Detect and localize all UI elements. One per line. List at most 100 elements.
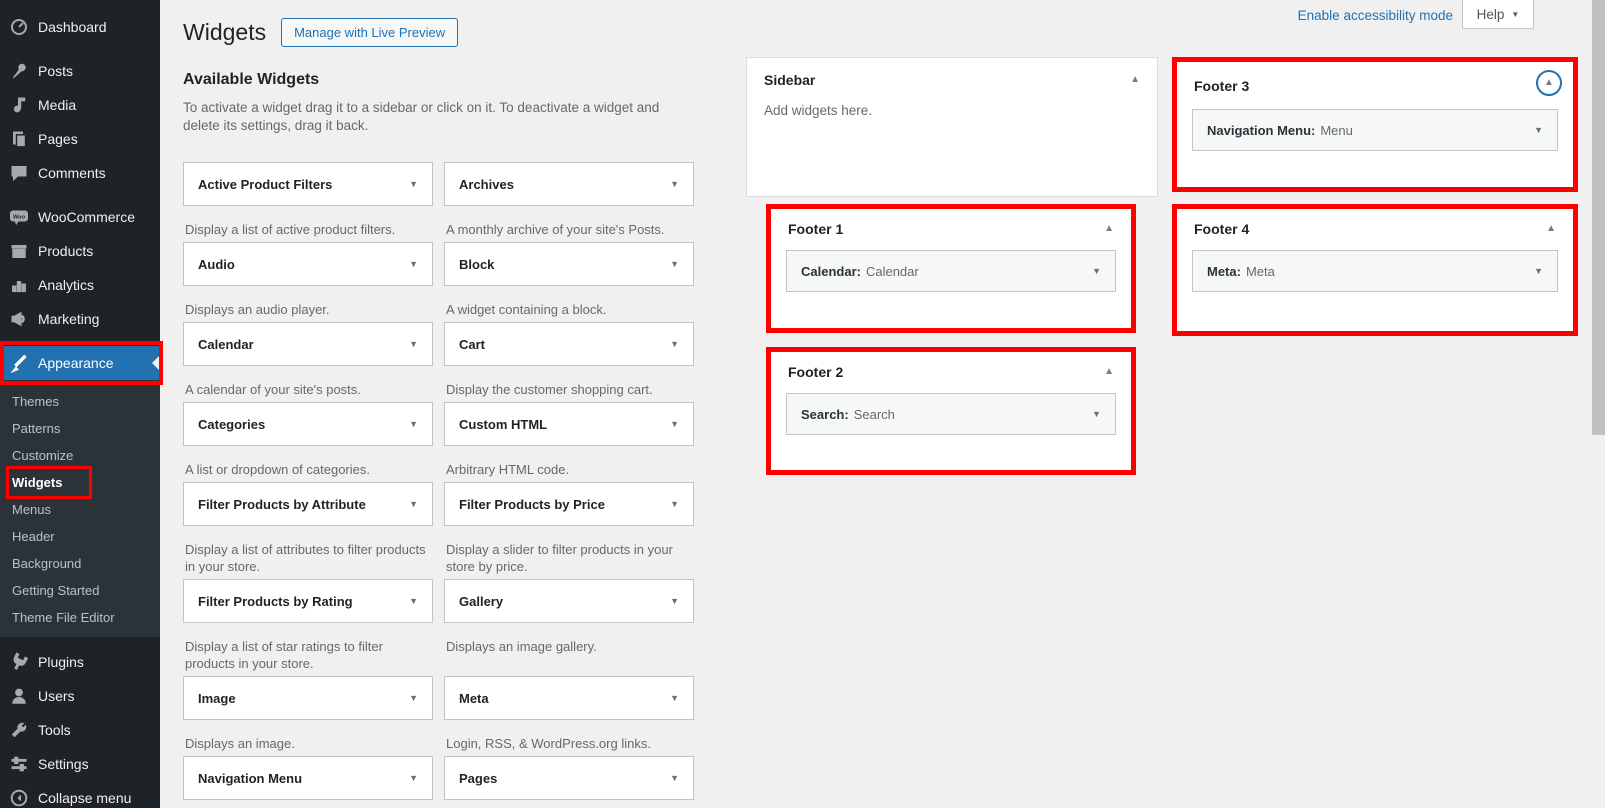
widget-area-footer-4: Footer 4 ▲ Meta: Meta ▼ [1177,209,1573,331]
chevron-down-icon[interactable]: ▼ [670,340,679,349]
chevron-down-icon[interactable]: ▼ [409,597,418,606]
chevron-down-icon[interactable]: ▼ [1092,410,1101,419]
submenu-item-widgets[interactable]: Widgets [0,469,160,496]
sidebar-item-users[interactable]: Users [0,679,160,713]
collapse-circle-arrow-icon [9,788,29,808]
sidebar-item-tools[interactable]: Tools [0,713,160,747]
admin-menu-list: Dashboard Posts Media Pages Comments Woo… [0,0,160,380]
submenu-item-header[interactable]: Header [0,523,160,550]
placed-widget-search[interactable]: Search: Search ▼ [786,393,1116,435]
page-header: Widgets Manage with Live Preview [183,16,695,48]
sidebar-item-products[interactable]: Products [0,234,160,268]
sidebar-item-analytics[interactable]: Analytics [0,268,160,302]
chevron-down-icon[interactable]: ▼ [409,694,418,703]
widget-description: Displays an image. [185,735,431,752]
sidebar-item-dashboard[interactable]: Dashboard [0,10,160,44]
widget-area-title: Footer 2 [788,364,843,380]
sidebar-item-collapse-menu[interactable]: Collapse menu [0,781,160,808]
chevron-down-icon[interactable]: ▼ [670,180,679,189]
chevron-down-icon[interactable]: ▼ [1534,126,1543,135]
vertical-scrollbar[interactable] [1592,0,1605,808]
enable-accessibility-mode-link[interactable]: Enable accessibility mode [1298,8,1453,23]
widget-card-meta[interactable]: Meta ▼ [444,676,694,720]
widget-card-calendar[interactable]: Calendar ▼ [183,322,433,366]
sidebar-item-label: Dashboard [38,19,107,35]
chevron-down-icon[interactable]: ▼ [670,420,679,429]
widget-card-image[interactable]: Image ▼ [183,676,433,720]
widget-card-filter-products-by-rating[interactable]: Filter Products by Rating ▼ [183,579,433,623]
collapse-toggle-icon[interactable]: ▲ [1130,75,1140,85]
submenu-item-background[interactable]: Background [0,550,160,577]
widget-card-block[interactable]: Block ▼ [444,242,694,286]
chevron-down-icon: ▼ [1511,10,1519,19]
widget-card-categories[interactable]: Categories ▼ [183,402,433,446]
chevron-down-icon[interactable]: ▼ [670,260,679,269]
chevron-down-icon[interactable]: ▼ [670,774,679,783]
sidebar-item-marketing[interactable]: Marketing [0,302,160,336]
placed-widget-calendar[interactable]: Calendar: Calendar ▼ [786,250,1116,292]
widget-cell: Audio ▼ Displays an audio player. [183,242,433,318]
sidebar-item-plugins[interactable]: Plugins [0,645,160,679]
widget-card-pages[interactable]: Pages ▼ [444,756,694,800]
widget-cell: Gallery ▼ Displays an image gallery. [444,579,694,672]
widget-card-audio[interactable]: Audio ▼ [183,242,433,286]
chevron-down-icon[interactable]: ▼ [409,420,418,429]
chevron-down-icon[interactable]: ▼ [409,774,418,783]
chevron-down-icon[interactable]: ▼ [409,340,418,349]
sidebar-item-media[interactable]: Media [0,88,160,122]
chevron-down-icon[interactable]: ▼ [409,180,418,189]
sidebar-item-label: Pages [38,131,78,147]
available-widgets-heading: Available Widgets [183,70,695,90]
chevron-down-icon[interactable]: ▼ [670,500,679,509]
widget-area-sidebar: Sidebar ▲ Add widgets here. [746,57,1158,197]
widget-cell: Filter Products by Attribute ▼ Display a… [183,482,433,575]
widget-card-active-product-filters[interactable]: Active Product Filters ▼ [183,162,433,206]
submenu-item-getting-started[interactable]: Getting Started [0,577,160,604]
widget-cell: Categories ▼ A list or dropdown of categ… [183,402,433,478]
scrollbar-thumb[interactable] [1592,0,1605,435]
widget-area-title: Footer 1 [788,221,843,237]
pages-icon [9,129,29,149]
widget-card-filter-products-by-attribute[interactable]: Filter Products by Attribute ▼ [183,482,433,526]
sidebar-item-posts[interactable]: Posts [0,54,160,88]
chevron-down-icon[interactable]: ▼ [670,694,679,703]
chevron-down-icon[interactable]: ▼ [409,500,418,509]
placed-widget-navigation-menu[interactable]: Navigation Menu: Menu ▼ [1192,109,1558,151]
submenu-item-menus[interactable]: Menus [0,496,160,523]
sidebar-item-settings[interactable]: Settings [0,747,160,781]
widget-cell: Filter Products by Price ▼ Display a sli… [444,482,694,575]
submenu-item-themes[interactable]: Themes [0,388,160,415]
widget-card-filter-products-by-price[interactable]: Filter Products by Price ▼ [444,482,694,526]
collapse-toggle-icon[interactable]: ▲ [1104,367,1114,377]
page-title: Widgets [183,16,266,48]
pin-icon [9,61,29,81]
chevron-down-icon[interactable]: ▼ [670,597,679,606]
widget-area-title: Footer 4 [1194,221,1249,237]
sidebar-item-label: Appearance [38,355,114,371]
paintbrush-icon [9,353,29,373]
collapse-toggle-icon[interactable]: ▲ [1546,224,1556,234]
sidebar-item-pages[interactable]: Pages [0,122,160,156]
submenu-item-customize[interactable]: Customize [0,442,160,469]
widget-card-gallery[interactable]: Gallery ▼ [444,579,694,623]
chevron-down-icon[interactable]: ▼ [1534,267,1543,276]
collapse-toggle-focused[interactable]: ▲ [1536,70,1562,96]
widget-cell: Block ▼ A widget containing a block. [444,242,694,318]
placed-widget-meta[interactable]: Meta: Meta ▼ [1192,250,1558,292]
help-dropdown[interactable]: Help ▼ [1462,0,1534,29]
submenu-item-theme-file-editor[interactable]: Theme File Editor [0,604,160,631]
chevron-down-icon[interactable]: ▼ [409,260,418,269]
manage-with-live-preview-button[interactable]: Manage with Live Preview [281,18,458,47]
widget-card-archives[interactable]: Archives ▼ [444,162,694,206]
sidebar-item-woocommerce[interactable]: Woo WooCommerce [0,200,160,234]
widget-cell: Meta ▼ Login, RSS, & WordPress.org links… [444,676,694,752]
widget-card-navigation-menu[interactable]: Navigation Menu ▼ [183,756,433,800]
widget-card-cart[interactable]: Cart ▼ [444,322,694,366]
sidebar-item-appearance[interactable]: Appearance [0,346,160,380]
widget-card-custom-html[interactable]: Custom HTML ▼ [444,402,694,446]
collapse-toggle-icon[interactable]: ▲ [1104,224,1114,234]
submenu-item-patterns[interactable]: Patterns [0,415,160,442]
sidebar-item-comments[interactable]: Comments [0,156,160,190]
widget-description: A widget containing a block. [446,301,692,318]
chevron-down-icon[interactable]: ▼ [1092,267,1101,276]
